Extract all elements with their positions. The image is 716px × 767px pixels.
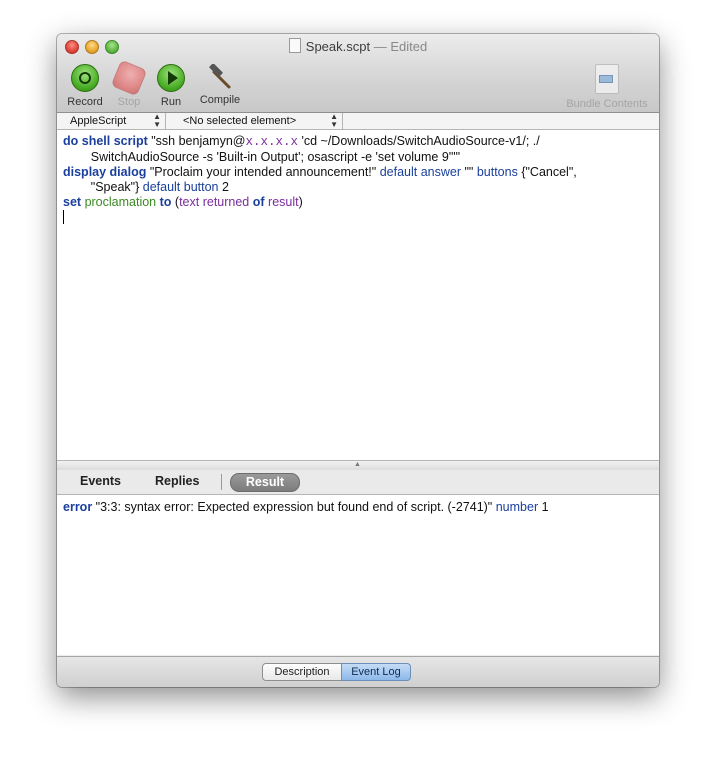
title-bar: Speak.scpt — Edited Record Stop Run Comp… — [57, 34, 659, 113]
element-popup[interactable]: <No selected element> ▲ ▼ — [166, 113, 343, 129]
navigation-bar: AppleScript ▲ ▼ <No selected element> ▲ ▼ — [57, 113, 659, 130]
result-text: error "3:3: syntax error: Expected expre… — [63, 500, 549, 514]
result-pane[interactable]: error "3:3: syntax error: Expected expre… — [57, 495, 659, 655]
code-line: do shell script "ssh benjamyn@x.x.x.x 'c… — [63, 134, 540, 149]
language-popup[interactable]: AppleScript ▲ ▼ — [57, 113, 166, 129]
code-line: display dialog "Proclaim your intended a… — [63, 165, 577, 179]
script-editor-window: Speak.scpt — Edited Record Stop Run Comp… — [57, 34, 659, 687]
updown-arrows-icon: ▲ ▼ — [153, 112, 161, 129]
script-editor[interactable]: do shell script "ssh benjamyn@x.x.x.x 'c… — [57, 130, 659, 460]
record-icon — [71, 64, 99, 92]
tab-divider — [221, 474, 222, 490]
tab-replies[interactable]: Replies — [155, 473, 205, 490]
stop-button[interactable]: Stop — [110, 59, 148, 108]
compile-button[interactable]: Compile — [193, 63, 247, 106]
run-button[interactable]: Run — [153, 64, 189, 108]
code-line — [63, 210, 577, 226]
document-icon — [288, 38, 301, 53]
text-caret — [63, 210, 64, 224]
resize-grip-icon: ▲ — [354, 461, 361, 468]
description-button[interactable]: Description — [262, 663, 342, 681]
event-log-button[interactable]: Event Log — [341, 663, 411, 681]
hammer-icon — [207, 63, 233, 90]
script-text[interactable]: do shell script "ssh benjamyn@x.x.x.x 'c… — [63, 134, 577, 226]
record-button[interactable]: Record — [62, 64, 108, 108]
edited-status: — Edited — [370, 39, 428, 54]
code-line: set proclamation to (text returned of re… — [63, 195, 303, 209]
log-tabs-bar: Events Replies Result — [57, 470, 659, 495]
bundle-contents-button[interactable]: Bundle Contents — [560, 64, 654, 110]
run-icon — [157, 64, 185, 92]
code-line: SwitchAudioSource -s 'Built-in Output'; … — [63, 150, 461, 164]
bundle-contents-icon — [595, 64, 619, 94]
tab-events[interactable]: Events — [80, 473, 124, 490]
tab-result[interactable]: Result — [230, 473, 300, 492]
bottom-bar: Description Event Log — [57, 656, 659, 687]
window-title: Speak.scpt — Edited — [57, 38, 659, 54]
stop-icon — [110, 59, 148, 97]
updown-arrows-icon: ▲ ▼ — [330, 112, 338, 129]
code-line: "Speak"} default button 2 — [63, 180, 229, 194]
